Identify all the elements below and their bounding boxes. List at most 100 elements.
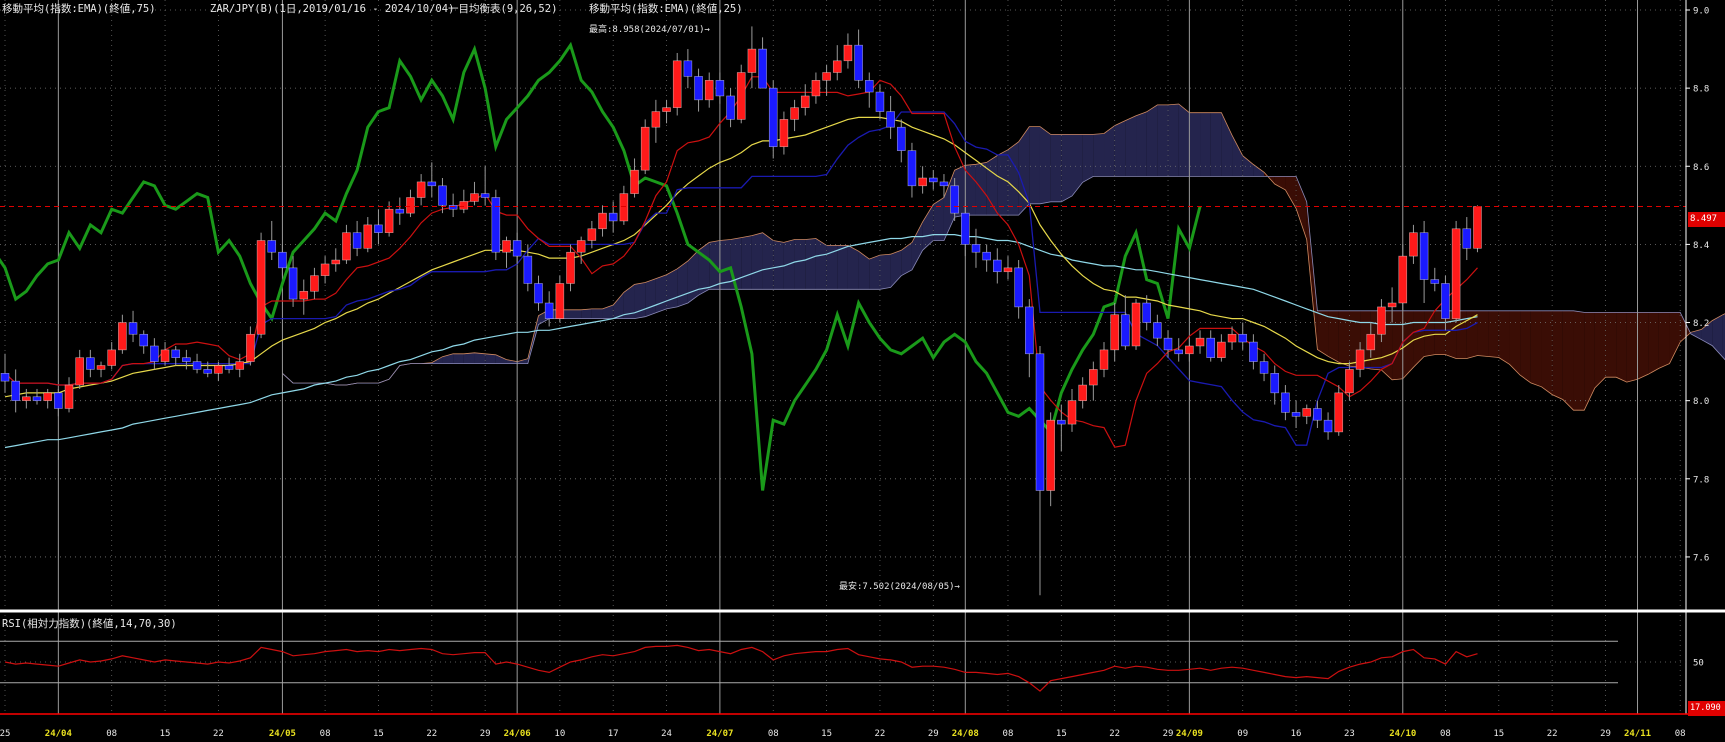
candle-body xyxy=(11,380,20,401)
candle-body xyxy=(928,177,938,183)
cloud-segment xyxy=(453,353,464,364)
cloud-segment xyxy=(1488,310,1499,358)
candle-body xyxy=(502,240,511,253)
candle-body xyxy=(43,392,52,401)
date-tick-label: 15 xyxy=(373,729,384,739)
cloud-segment xyxy=(1061,134,1072,202)
candle-body xyxy=(214,365,223,374)
cloud-segment xyxy=(869,255,880,290)
candle-body xyxy=(822,72,831,81)
cloud-segment xyxy=(1605,312,1617,378)
candle-body xyxy=(576,240,586,253)
date-tick-label: 22 xyxy=(875,729,886,739)
cloud-segment xyxy=(1210,112,1222,177)
date-tick-label: 23 xyxy=(1344,729,1355,739)
candle-body xyxy=(1142,302,1151,323)
candle-body xyxy=(310,275,319,292)
cloud-segment xyxy=(1424,310,1435,357)
cloud-segment xyxy=(1200,112,1211,177)
candle-body xyxy=(192,361,202,370)
candle-body xyxy=(1281,392,1290,413)
candle-body xyxy=(640,126,650,171)
candle-body xyxy=(768,87,778,148)
cloud-segment xyxy=(1114,120,1126,177)
candle-body xyxy=(662,107,671,112)
cloud-segment xyxy=(1306,201,1318,350)
candle-body xyxy=(128,322,138,335)
cloud-segment xyxy=(1232,135,1243,177)
price-tick-label: 8.8 xyxy=(1693,85,1709,95)
candle-body xyxy=(182,357,191,362)
candle-body xyxy=(779,119,789,148)
cloud-segment xyxy=(879,254,891,290)
date-tick-label: 15 xyxy=(821,729,832,739)
candle-body xyxy=(886,111,895,128)
candle-body xyxy=(299,290,309,300)
cloud-segment xyxy=(687,250,699,303)
candle-body xyxy=(374,224,383,233)
ichimoku-legend: 一目均衡表(9,26,52) xyxy=(448,3,558,15)
candle-body xyxy=(1398,255,1408,304)
candle-body xyxy=(0,373,10,382)
cloud-segment xyxy=(1296,176,1307,240)
cloud-segment xyxy=(1007,141,1019,216)
price-tick-label: 8.2 xyxy=(1693,319,1709,329)
cloud-segment xyxy=(773,240,784,290)
rsi-panel: 50 xyxy=(0,640,1704,692)
date-tick-label: 09 xyxy=(1237,729,1248,739)
candle-body xyxy=(395,208,405,214)
candle-body xyxy=(544,302,554,319)
cloud-segment xyxy=(1157,104,1169,177)
candle-body xyxy=(1067,400,1077,425)
cloud-segment xyxy=(1072,134,1083,196)
candle-body xyxy=(1462,228,1472,249)
cloud-segment xyxy=(741,235,752,290)
date-tick-label: 24/11 xyxy=(1624,729,1651,739)
cloud-segment xyxy=(1541,310,1553,395)
candle-body xyxy=(203,369,213,374)
candle-body xyxy=(512,240,522,257)
cloud-segment xyxy=(1104,125,1115,177)
cloud-segment xyxy=(655,274,667,313)
candle-body xyxy=(864,80,874,93)
candle-body xyxy=(1217,341,1226,358)
rsi-legend: RSI(相対力指数)(終値,14,70,30) xyxy=(2,618,177,630)
candle-body xyxy=(918,177,927,187)
candle-body xyxy=(811,80,821,97)
candle-body xyxy=(651,111,661,128)
price-tick-label: 7.8 xyxy=(1693,475,1709,485)
candle-body xyxy=(896,126,906,151)
cloud-segment xyxy=(1637,312,1649,380)
date-tick-label: 25 xyxy=(0,729,10,739)
price-tick-label: 8.4 xyxy=(1693,241,1709,251)
candle-body xyxy=(758,48,767,89)
candle-body xyxy=(1057,419,1066,425)
candle-body xyxy=(1035,353,1045,491)
candle-body xyxy=(587,228,597,241)
candle-body xyxy=(694,76,703,101)
cloud-segment xyxy=(1658,312,1670,369)
candle-body xyxy=(854,44,863,81)
candle-body xyxy=(790,107,799,120)
candle-body xyxy=(1185,345,1194,355)
cloud-segment xyxy=(1050,134,1062,202)
cloud-segment xyxy=(1093,133,1105,177)
candle-body xyxy=(1366,333,1376,351)
candle-body xyxy=(566,251,575,284)
cloud-segment xyxy=(837,245,848,290)
cloud-segment xyxy=(1178,103,1190,177)
cloud-segment xyxy=(1584,312,1595,411)
candle-body xyxy=(480,193,490,198)
cloud-segment xyxy=(634,282,646,319)
candle-body xyxy=(139,333,149,347)
date-tick-label: 22 xyxy=(213,729,224,739)
candle-body xyxy=(960,212,970,245)
cloud-segment xyxy=(1242,155,1254,177)
date-tick-label: 24/10 xyxy=(1389,729,1416,739)
candle-body xyxy=(267,240,277,253)
date-tick-label: 29 xyxy=(480,729,491,739)
senkou-span-a xyxy=(282,103,1725,411)
cloud-segment xyxy=(1189,112,1201,177)
candle-body xyxy=(406,197,415,214)
cloud-segment xyxy=(591,308,603,319)
